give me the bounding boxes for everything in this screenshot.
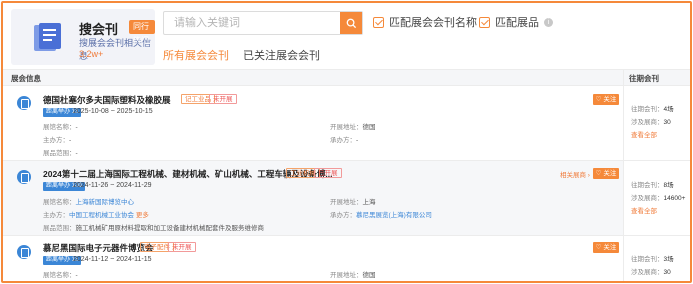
organizer-field: 主办方：中国工程机械工业协会 更多 (43, 212, 149, 219)
checkbox-checked-icon (479, 16, 490, 28)
match-title-checkbox[interactable]: 匹配展会会刊名称 (373, 14, 477, 30)
tab-all[interactable]: 所有展会会刊 (163, 47, 229, 63)
exhibition-icon (17, 96, 31, 110)
row-title[interactable]: 慕尼黑国际电子元器件博览会 (43, 242, 154, 254)
row-divider (3, 235, 690, 236)
app-count: 3.2w+ (79, 49, 104, 59)
tab-followed[interactable]: 已关注展会会刊 (243, 47, 320, 63)
history-count: 往期会刊：3场 (631, 256, 674, 263)
search-box (163, 11, 363, 35)
search-input[interactable] (164, 12, 340, 34)
checkbox-checked-icon (373, 16, 384, 28)
status-tag: 已开展 (314, 168, 342, 178)
history-count: 往期会刊：8场 (631, 182, 674, 189)
app-frame: 搜会刊 搜展会会刊相关信息 3.2w+ 同行热门 匹配展会会刊名称 匹配展品 i… (1, 1, 692, 283)
search-button[interactable] (340, 12, 362, 34)
view-all-link[interactable]: 查看全部 (631, 129, 657, 139)
scope-field: 展品范围：施工机械矿用原材料提取和加工设备建材机械配套件及服务维修商 (43, 225, 264, 232)
exhibition-icon (17, 170, 31, 184)
status-tag: 未开展 (168, 242, 196, 252)
scope-field: 展品范围：- (43, 150, 78, 157)
info-icon[interactable]: i (544, 17, 553, 27)
exhibition-icon (17, 245, 31, 259)
magazine-icon (34, 23, 61, 51)
col-header-history: 往期会刊 (629, 74, 659, 83)
exhibitor-count: 涉及展商：30 (631, 119, 671, 126)
undertaker-field: 承办方：- (330, 137, 359, 144)
venue-field: 展馆名称：- (43, 124, 78, 131)
organizer-field: 主办方：- (43, 137, 72, 144)
venue-field: 展馆名称：- (43, 272, 78, 279)
follow-button[interactable]: ♡ 关注 (593, 242, 619, 253)
header: 搜会刊 搜展会会刊相关信息 3.2w+ 同行热门 匹配展会会刊名称 匹配展品 i… (3, 3, 690, 69)
view-all-link[interactable]: 查看全部 (631, 205, 657, 215)
column-divider (623, 69, 624, 281)
row-title[interactable]: 德国杜塞尔多夫国际塑料及橡胶展 (43, 94, 171, 106)
match-products-checkbox[interactable]: 匹配展品 i (479, 14, 553, 30)
exhibitor-count: 涉及展商：30 (631, 269, 671, 276)
heart-icon: ♡ (595, 244, 602, 251)
table-header: 展会信息 往期会刊 (3, 69, 690, 86)
exhibitor-count: 涉及展商：14600+ (631, 195, 686, 202)
venue-field: 展馆名称：上海新国际博览中心 (43, 199, 134, 206)
undertaker-field: 承办方：慕尼黑展览(上海)有限公司 (330, 212, 432, 219)
more-link[interactable]: 更多 (136, 212, 149, 219)
date-range: 2024-11-12 ~ 2024-11-15 (73, 256, 152, 263)
follow-button[interactable]: ♡ 关注 (593, 94, 619, 105)
match-products-label: 匹配展品 (495, 17, 539, 29)
address-field: 开展地址：德国 (330, 272, 376, 279)
history-count: 往期会刊：4场 (631, 106, 674, 113)
follow-button[interactable]: ♡ 关注 (593, 168, 619, 179)
address-field: 开展地址：德国 (330, 124, 376, 131)
heart-icon: ♡ (595, 96, 602, 103)
match-title-label: 匹配展会会刊名称 (389, 17, 477, 29)
app-card[interactable]: 搜会刊 搜展会会刊相关信息 3.2w+ 同行热门 (11, 9, 155, 65)
date-range: 2025-10-08 ~ 2025-10-15 (73, 108, 153, 115)
exhibitors-link[interactable]: 相关展商 › (560, 169, 590, 179)
hot-badge: 同行热门 (129, 20, 155, 45)
col-header-info: 展会信息 (11, 74, 41, 83)
status-tag: 未开展 (209, 94, 237, 104)
date-range: 2024-11-26 ~ 2024-11-29 (73, 182, 152, 189)
search-icon (346, 18, 356, 28)
heart-icon: ♡ (595, 170, 602, 177)
address-field: 开展地址：上海 (330, 199, 376, 206)
